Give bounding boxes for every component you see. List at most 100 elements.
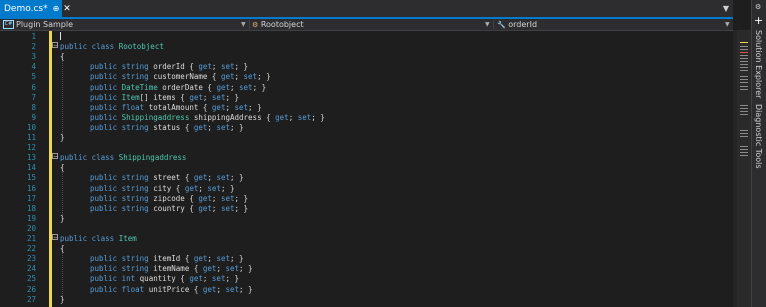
line-number: 7 [31,92,36,102]
code-token: get [198,193,212,203]
collapse-toggle-icon[interactable]: − [52,42,58,49]
code-token: public [60,42,92,52]
code-token: [] items { [139,92,190,102]
code-token: ; } [234,193,249,203]
code-token: set [220,62,235,72]
code-token: get [220,72,235,82]
code-token: string [121,193,154,203]
code-token: ; [229,82,240,92]
code-token: Item [118,234,137,243]
code-line: public Item[] items { get; set; } [90,93,239,103]
code-token: set [220,193,235,203]
code-token: public [90,274,122,284]
code-token: public [90,112,122,122]
code-token: public [90,284,122,294]
collapse-toggle-icon[interactable]: − [52,234,58,241]
tab-diagnostic-tools[interactable]: Diagnostic Tools [754,104,763,169]
code-token: } [60,213,65,223]
text-cursor [60,32,61,40]
tab-demo-cs[interactable]: Demo.cs* ⊕ ✕ [0,0,71,17]
tab-solution-explorer[interactable]: Solution Explorer [754,30,763,98]
code-token: string [121,72,154,82]
close-icon[interactable]: ✕ [63,4,71,14]
code-line: { [60,244,65,254]
code-token: get [211,102,226,112]
code-line: } [60,295,65,305]
project-dropdown[interactable]: C# Plugin Sample [3,19,73,30]
code-token: ; } [234,203,249,213]
line-number: 20 [26,223,36,233]
code-token: ; [202,92,212,102]
code-token: class [91,234,119,243]
line-number: 16 [26,183,36,193]
code-token: public [90,173,122,183]
code-token: set [225,264,240,274]
code-token: string [121,203,154,213]
code-token: string [121,122,154,132]
code-line: public string status { get; set; } [90,123,244,133]
code-token: public [90,62,122,72]
code-token: ; [211,203,221,213]
code-line: public class Item [60,234,137,244]
divider [249,20,250,29]
code-token: set [207,183,221,193]
code-token: set [211,92,226,102]
code-token: itemName { [153,264,203,274]
code-token: { [60,244,65,254]
code-token: shippingAddress { [189,112,276,122]
code-token: ; } [225,274,240,284]
scrollbar-map[interactable] [737,30,751,307]
code-token: public [90,82,122,92]
gear-icon[interactable]: ⚙ [755,3,761,11]
line-number: 22 [26,244,36,254]
line-number: 23 [26,254,36,264]
code-token: public [90,183,122,193]
member-dropdown[interactable]: 🔧 orderId [497,19,537,30]
class-dropdown[interactable]: ⚙ Rootobject [252,19,304,30]
line-number: 14 [26,163,36,173]
code-token: ; } [229,122,244,132]
code-token: set [216,122,230,132]
add-icon[interactable]: + [754,14,763,27]
code-line: public string city { get; set; } [90,184,235,194]
code-token: set [216,254,230,264]
code-token: ; } [239,264,253,274]
code-token: public [60,234,92,243]
line-number: 10 [26,122,36,132]
code-token: public [90,203,122,213]
code-line: public string itemId { get; set; } [90,254,244,264]
code-token: set [220,203,235,213]
code-line: public float unitPrice { get; set; } [90,285,253,295]
project-name: Plugin Sample [16,20,74,29]
code-token: public [90,102,122,112]
navigation-bar: C# Plugin Sample ▼ ⚙ Rootobject ▼ 🔧 order… [0,19,733,31]
code-token: set [211,274,226,284]
code-token: class [91,153,119,163]
class-name: Rootobject [260,20,304,29]
code-line: } [60,133,65,143]
line-number: 15 [26,173,36,183]
code-token: get [202,264,217,274]
chevron-down-icon[interactable]: ▼ [725,19,730,30]
code-token: ; } [225,92,240,102]
line-number: 25 [26,274,36,284]
code-token: orderDate { [157,82,217,92]
line-number: 27 [26,294,36,304]
code-token: get [198,62,212,72]
chevron-down-icon[interactable]: ▼ [241,19,246,30]
code-line: } [60,214,65,224]
divider [493,20,494,29]
code-token: zipcode { [153,193,199,203]
side-tool-panel: ⚙ + Solution Explorer Diagnostic Tools [751,0,766,307]
code-token: public [60,153,92,163]
code-token: ; [234,72,244,82]
code-token: DateTime [121,82,158,92]
tab-list-dropdown-icon[interactable]: ▼ [723,4,729,13]
pin-icon[interactable]: ⊕ [53,4,60,13]
collapse-toggle-icon[interactable]: − [52,153,58,160]
code-token: get [193,254,208,264]
code-token: } [60,294,65,304]
chevron-down-icon[interactable]: ▼ [485,19,490,30]
line-number: 12 [26,143,36,153]
code-line: public string customerName { get; set; } [90,72,271,82]
